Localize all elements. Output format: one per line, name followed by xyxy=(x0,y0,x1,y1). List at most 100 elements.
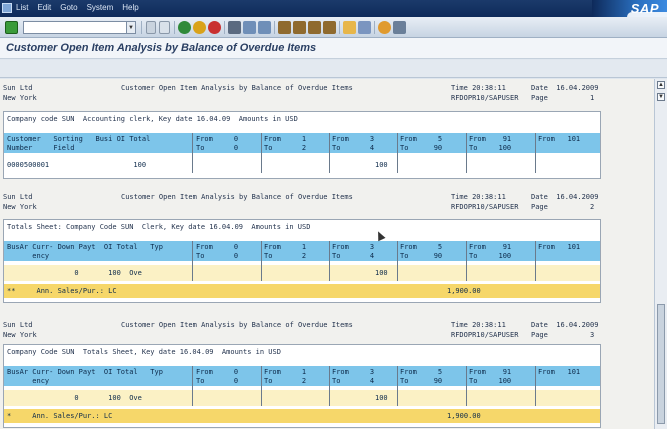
bucket-from: From 3 xyxy=(332,243,375,251)
row-bucket-value: 100 xyxy=(375,161,388,169)
new-session-icon[interactable] xyxy=(343,21,356,34)
row-bucket-value: 100 xyxy=(375,269,388,277)
bucket-from: From 0 xyxy=(196,368,239,376)
column-divider xyxy=(535,366,536,406)
menu-goto-item[interactable]: Goto xyxy=(60,3,77,12)
column-header: Number Field xyxy=(7,144,75,152)
bucket-to: To 90 xyxy=(400,144,443,152)
command-dropdown-icon[interactable]: ▼ xyxy=(127,21,136,34)
column-header: Customer Sorting Busi OI Total xyxy=(7,135,151,143)
table-header-row: BusAr Curr- Down Payt OI Total Typ ency … xyxy=(4,241,600,261)
toolbar-separator xyxy=(339,21,340,34)
bucket-from: From 1 xyxy=(264,135,307,143)
report-time: Time 20:38:11 xyxy=(451,84,506,92)
report-time: Time 20:38:11 xyxy=(451,321,506,329)
column-divider xyxy=(397,366,398,406)
report-program: RFDOPR10/SAPUSER xyxy=(451,203,519,211)
first-page-icon[interactable] xyxy=(278,21,291,34)
find-icon[interactable] xyxy=(243,21,256,34)
back-history-icon[interactable] xyxy=(146,21,156,34)
customize-icon[interactable] xyxy=(393,21,406,34)
bucket-from: From 91 xyxy=(469,135,512,143)
report-area: Sun Ltd New York Customer Open Item Anal… xyxy=(0,79,654,429)
shortcut-icon[interactable] xyxy=(358,21,371,34)
bucket-to: To 2 xyxy=(264,252,307,260)
column-divider xyxy=(261,133,262,173)
sap-logo: SAP xyxy=(592,0,667,17)
bucket-from: From 5 xyxy=(400,135,443,143)
help-icon[interactable] xyxy=(378,21,391,34)
column-divider xyxy=(261,241,262,281)
toolbar-separator xyxy=(224,21,225,34)
table-header-row: BusAr Curr- Down Payt OI Total Typ ency … xyxy=(4,366,600,386)
system-menu-icon[interactable] xyxy=(2,3,12,13)
column-header: BusAr Curr- Down Payt OI Total Typ xyxy=(7,243,163,251)
menu-system-item[interactable]: System xyxy=(87,3,114,12)
standard-toolbar: ▼ xyxy=(0,17,667,38)
menu-list-item[interactable]: List xyxy=(16,3,28,12)
menu-help-item[interactable]: Help xyxy=(122,3,138,12)
page-title: Customer Open Item Analysis by Balance o… xyxy=(6,42,317,54)
report-program: RFDOPR10/SAPUSER xyxy=(451,94,519,102)
column-divider xyxy=(329,366,330,406)
report-date: Date 16.04.2009 xyxy=(531,193,599,201)
row-totals-values: 0 100 Ove xyxy=(7,394,142,402)
column-divider xyxy=(466,241,467,281)
column-divider xyxy=(397,133,398,173)
find-next-icon[interactable] xyxy=(258,21,271,34)
row-bucket-value: 100 xyxy=(375,394,388,402)
prev-page-icon[interactable] xyxy=(293,21,306,34)
menu-list: List Edit Goto System Help xyxy=(16,3,139,12)
report-heading: Customer Open Item Analysis by Balance o… xyxy=(121,321,353,329)
back-icon[interactable] xyxy=(178,21,191,34)
bucket-from: From 3 xyxy=(332,368,375,376)
bucket-to: To 2 xyxy=(264,377,307,385)
command-field[interactable] xyxy=(23,21,127,34)
report-table: Company code SUN Accounting clerk, Key d… xyxy=(3,111,601,179)
print-icon[interactable] xyxy=(228,21,241,34)
bucket-from: From 101 xyxy=(538,368,581,376)
table-row[interactable]: 0 100 Ove 100 xyxy=(4,265,600,281)
company-city: New York xyxy=(3,331,37,339)
menu-edit-item[interactable]: Edit xyxy=(37,3,51,12)
company-city: New York xyxy=(3,203,37,211)
next-page-icon[interactable] xyxy=(308,21,321,34)
bucket-to: To 90 xyxy=(400,252,443,260)
report-page: Page 1 xyxy=(531,94,595,102)
column-divider xyxy=(329,241,330,281)
table-title: Company code SUN Accounting clerk, Key d… xyxy=(7,115,298,123)
enter-icon[interactable] xyxy=(5,21,18,34)
company-name: Sun Ltd xyxy=(3,193,33,201)
bucket-from: From 101 xyxy=(538,135,581,143)
column-divider xyxy=(192,241,193,281)
bucket-from: From 5 xyxy=(400,243,443,251)
vertical-scrollbar[interactable]: ▲ ▼ xyxy=(654,79,667,429)
toolbar-separator xyxy=(374,21,375,34)
report-date: Date 16.04.2009 xyxy=(531,84,599,92)
report-program: RFDOPR10/SAPUSER xyxy=(451,331,519,339)
bucket-to: To 100 xyxy=(469,377,512,385)
scroll-down-icon[interactable]: ▼ xyxy=(657,93,665,101)
column-header: ency xyxy=(7,377,50,385)
totals-value: 1,900.00 xyxy=(447,287,481,295)
totals-row[interactable]: * Ann. Sales/Pur.: LC 1,900.00 xyxy=(4,409,600,423)
bucket-to: To 4 xyxy=(332,144,375,152)
last-page-icon[interactable] xyxy=(323,21,336,34)
column-divider xyxy=(397,241,398,281)
table-row[interactable]: 0 100 Ove 100 xyxy=(4,390,600,406)
menu-bar: List Edit Goto System Help SAP xyxy=(0,0,667,17)
table-row[interactable]: 0000500001 100 100 xyxy=(4,157,600,173)
exit-icon[interactable] xyxy=(193,21,206,34)
cancel-icon[interactable] xyxy=(208,21,221,34)
company-city: New York xyxy=(3,94,37,102)
totals-row[interactable]: ** Ann. Sales/Pur.: LC 1,900.00 xyxy=(4,284,600,298)
scroll-up-icon[interactable]: ▲ xyxy=(657,81,665,89)
column-divider xyxy=(192,133,193,173)
bucket-from: From 91 xyxy=(469,368,512,376)
bucket-to: To 100 xyxy=(469,252,512,260)
scroll-thumb[interactable] xyxy=(657,304,665,424)
report-date: Date 16.04.2009 xyxy=(531,321,599,329)
save-icon[interactable] xyxy=(159,21,170,34)
column-divider xyxy=(535,241,536,281)
bucket-from: From 5 xyxy=(400,368,443,376)
